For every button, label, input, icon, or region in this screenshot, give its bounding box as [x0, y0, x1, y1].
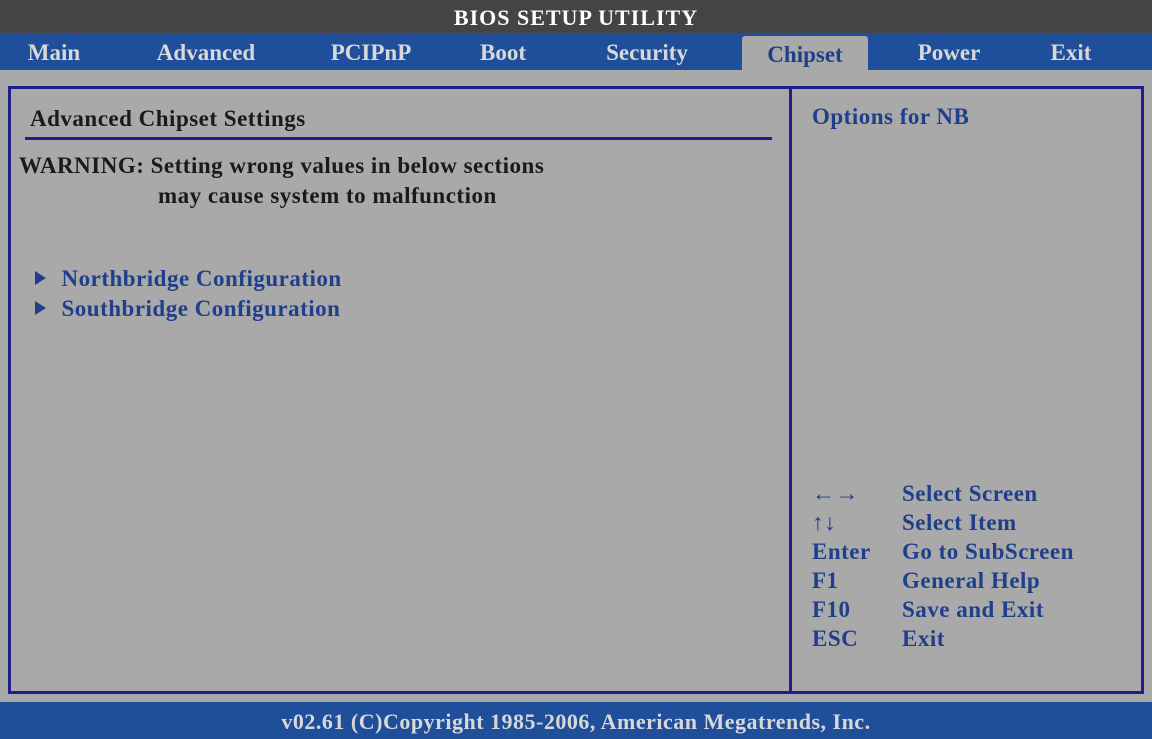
key-enter-action: Go to SubScreen — [902, 539, 1074, 564]
menu-item-southbridge[interactable]: Southbridge Configuration — [22, 270, 340, 322]
tab-chipset[interactable]: Chipset — [742, 36, 868, 70]
copyright-footer: v02.61 (C)Copyright 1985-2006, American … — [0, 702, 1152, 739]
key-up-down-action: Select Item — [902, 510, 1017, 535]
tab-boot[interactable]: Boot — [462, 33, 544, 70]
key-f10-action: Save and Exit — [902, 597, 1044, 622]
key-f1: F1 — [812, 568, 839, 593]
bios-title: BIOS SETUP UTILITY — [453, 5, 699, 30]
key-esc: ESC — [812, 626, 859, 651]
bios-title-bar: BIOS SETUP UTILITY — [0, 0, 1152, 33]
tab-security[interactable]: Security — [576, 33, 718, 70]
submenu-arrow-icon — [34, 301, 46, 315]
key-left-right-action: Select Screen — [902, 481, 1038, 506]
menu-bar: Main Advanced PCIPnP Boot Security Chips… — [0, 33, 1152, 70]
key-up-down: ↑↓ — [812, 510, 836, 535]
section-heading: Advanced Chipset Settings — [30, 106, 306, 131]
key-left-right: ←→ — [812, 481, 859, 506]
key-f1-action: General Help — [902, 568, 1041, 593]
key-f10: F10 — [812, 597, 851, 622]
help-text: Options for NB — [812, 104, 970, 129]
tab-advanced[interactable]: Advanced — [131, 33, 281, 70]
tab-main[interactable]: Main — [18, 33, 90, 70]
key-esc-action: Exit — [902, 626, 945, 651]
section-heading-rule — [25, 137, 772, 140]
tab-exit[interactable]: Exit — [1030, 33, 1112, 70]
warning-line-2: may cause system to malfunction — [158, 183, 497, 208]
menu-item-label: Southbridge Configuration — [61, 296, 341, 321]
copyright-text: v02.61 (C)Copyright 1985-2006, American … — [281, 709, 871, 734]
panel-divider — [789, 86, 792, 694]
tab-power[interactable]: Power — [900, 33, 998, 70]
key-enter: Enter — [812, 539, 871, 564]
tab-pcipnp[interactable]: PCIPnP — [318, 33, 424, 70]
warning-line-1: WARNING: Setting wrong values in below s… — [19, 153, 545, 178]
